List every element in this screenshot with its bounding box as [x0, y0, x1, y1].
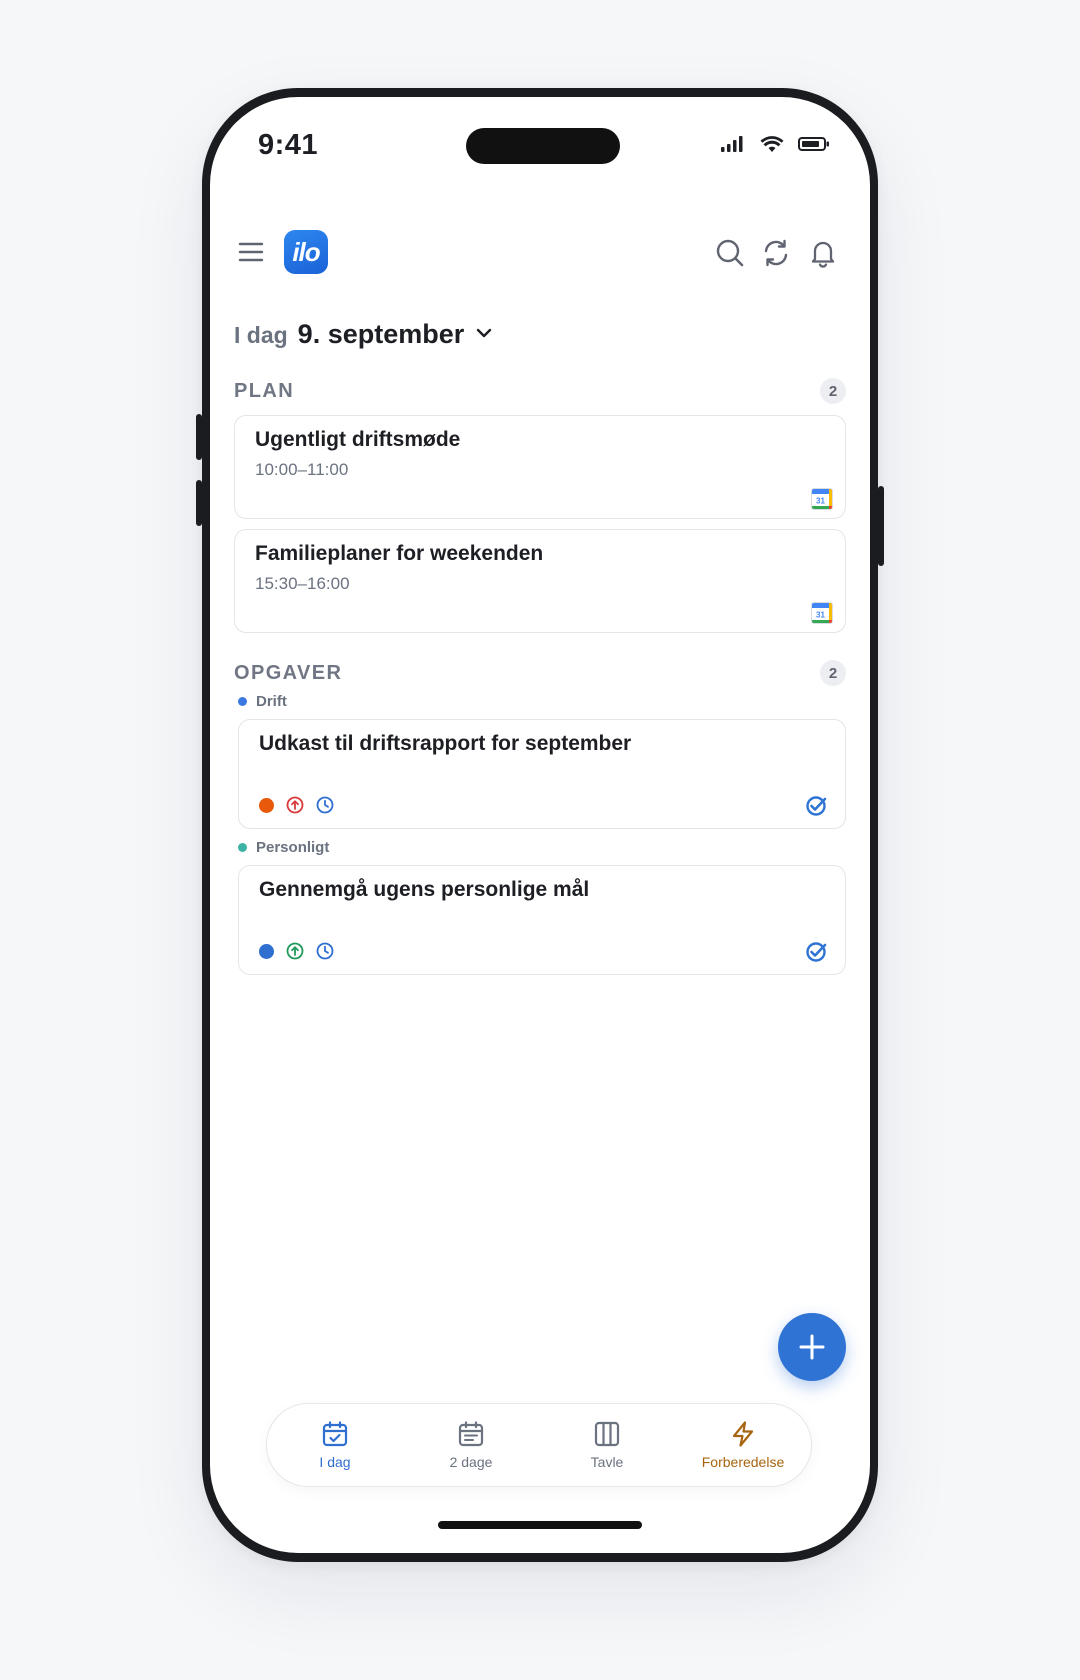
signal-icon [721, 136, 743, 152]
tasks-section-title: OPGAVER [234, 662, 343, 684]
tab-board[interactable]: Tavle [542, 1420, 672, 1470]
status-time: 9:41 [258, 129, 319, 161]
plan-count-badge: 2 [820, 378, 846, 404]
group-color-dot [238, 697, 247, 706]
bottom-tab-bar: I dag 2 dage Tavle Forberedelse [266, 1403, 812, 1487]
event-time: 15:30–16:00 [255, 574, 350, 593]
task-complete-icon[interactable] [805, 795, 827, 817]
board-columns-icon [594, 1421, 620, 1447]
task-meta [259, 942, 334, 960]
plan-section-header: PLAN 2 [234, 378, 846, 408]
group-name: Drift [256, 693, 287, 710]
dynamic-island [466, 128, 620, 164]
search-button[interactable] [712, 235, 748, 271]
date-title: 9. september [297, 319, 465, 349]
app-screen: 9:41 ilo I dag 9. september PLAN 2 Ugent… [210, 97, 870, 1553]
task-group-label: Drift [238, 693, 287, 710]
tab-label: Forberedelse [701, 1454, 785, 1470]
plan-event-card[interactable]: Familieplaner for weekenden 15:30–16:00 … [234, 529, 846, 633]
chevron-down-icon [477, 328, 492, 338]
calendar-list-icon [458, 1421, 484, 1447]
tab-today[interactable]: I dag [270, 1420, 400, 1470]
status-dot-icon[interactable] [259, 943, 274, 959]
add-button[interactable] [778, 1313, 846, 1381]
notifications-button[interactable] [805, 235, 841, 271]
bell-icon [811, 241, 835, 268]
tab-label: I dag [319, 1454, 351, 1470]
volume-up-button [196, 414, 202, 460]
tab-label: 2 dage [449, 1454, 493, 1470]
tasks-count-badge: 2 [820, 660, 846, 686]
volume-down-button [196, 480, 202, 526]
calendar-check-icon [322, 1421, 348, 1447]
hamburger-icon [238, 242, 264, 262]
tab-two-days[interactable]: 2 dage [406, 1420, 536, 1470]
svg-text:31: 31 [816, 497, 825, 506]
search-icon [716, 239, 744, 267]
app-logo: ilo [284, 230, 328, 274]
task-title: Gennemgå ugens personlige mål [259, 878, 590, 901]
date-selector[interactable]: I dag 9. september [234, 319, 492, 350]
top-bar: ilo [236, 229, 844, 277]
status-dot-icon[interactable] [259, 797, 274, 813]
sync-button[interactable] [758, 235, 794, 271]
priority-up-icon[interactable] [286, 796, 304, 814]
group-color-dot [238, 843, 247, 852]
tab-preparation[interactable]: Forberedelse [678, 1420, 808, 1470]
task-card[interactable]: Udkast til driftsrapport for september [238, 719, 846, 829]
task-title: Udkast til driftsrapport for september [259, 732, 632, 755]
svg-text:31: 31 [816, 611, 825, 620]
group-name: Personligt [256, 839, 330, 856]
tab-label: Tavle [590, 1454, 624, 1470]
power-button [878, 486, 884, 566]
sync-icon [764, 239, 788, 267]
plan-section-title: PLAN [234, 380, 295, 402]
wifi-icon [760, 136, 784, 152]
event-time: 10:00–11:00 [255, 460, 349, 479]
tasks-section-header: OPGAVER 2 [234, 660, 846, 690]
event-title: Familieplaner for weekenden [255, 542, 544, 565]
task-group-label: Personligt [238, 839, 329, 856]
task-meta [259, 796, 334, 814]
menu-button[interactable] [236, 237, 266, 267]
battery-icon [798, 137, 829, 151]
clock-icon[interactable] [316, 796, 334, 814]
task-card[interactable]: Gennemgå ugens personlige mål [238, 865, 846, 975]
priority-up-icon[interactable] [286, 942, 304, 960]
plan-event-card[interactable]: Ugentligt driftsmøde 10:00–11:00 31 [234, 415, 846, 519]
clock-icon[interactable] [316, 942, 334, 960]
status-icons [720, 135, 830, 153]
date-prefix: I dag [234, 322, 288, 348]
google-calendar-icon: 31 [811, 488, 833, 510]
home-indicator[interactable] [438, 1521, 642, 1529]
event-title: Ugentligt driftsmøde [255, 428, 461, 451]
plus-icon [799, 1334, 825, 1360]
google-calendar-icon: 31 [811, 602, 833, 624]
task-complete-icon[interactable] [805, 941, 827, 963]
lightning-icon [732, 1421, 754, 1447]
